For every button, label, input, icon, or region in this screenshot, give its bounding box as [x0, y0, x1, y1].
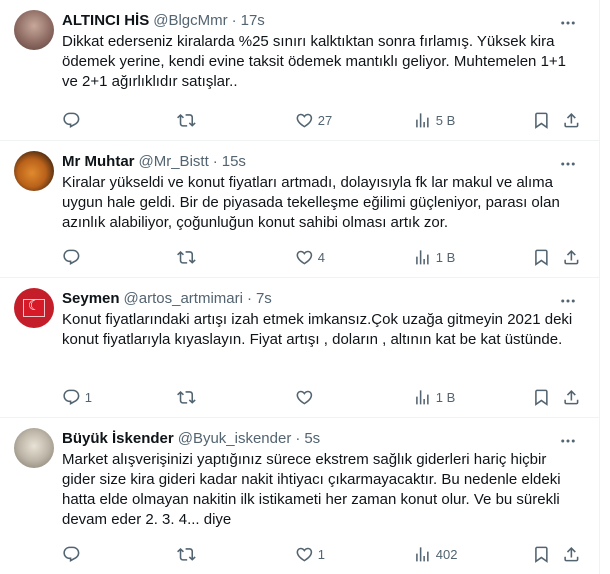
user-handle[interactable]: @Byuk_iskender — [178, 430, 292, 447]
bookmark-icon — [535, 112, 548, 129]
tweet-text: Konut fiyatlarındaki artışı izah etmek i… — [62, 311, 577, 348]
timestamp[interactable]: 5s — [304, 430, 320, 447]
tweet-text: Dikkat ederseniz kiralarda %25 sınırı ka… — [62, 33, 571, 90]
heart-icon — [296, 547, 313, 562]
analytics-icon — [416, 546, 429, 562]
reply-icon — [63, 546, 80, 562]
retweet-icon — [177, 390, 196, 404]
views-count: 402 — [435, 546, 458, 562]
timestamp[interactable]: 15s — [222, 153, 246, 170]
tweet-header: Seymen @artos_artmimari · 7s — [62, 288, 583, 308]
views-button[interactable]: 1 B — [413, 388, 455, 407]
share-icon — [564, 112, 579, 128]
reply-button[interactable]: 1 — [62, 388, 92, 407]
share-button[interactable] — [562, 545, 581, 564]
heart-icon — [296, 250, 313, 265]
tweet[interactable]: Mr Muhtar @Mr_Bistt · 15s Kiralar yüksel… — [0, 141, 599, 278]
separator-dot: · — [246, 289, 252, 307]
tweet-actions: 1 1 B — [62, 387, 579, 407]
display-name[interactable]: Büyük İskender — [62, 430, 174, 447]
more-options-icon[interactable] — [559, 292, 577, 310]
reply-count: 1 — [84, 389, 92, 405]
bookmark-icon — [535, 249, 548, 266]
analytics-icon — [416, 112, 429, 128]
tweet[interactable]: ALTINCI HİS @BlgcMmr · 17s Dikkat ederse… — [0, 0, 599, 141]
tweet-header: ALTINCI HİS @BlgcMmr · 17s — [62, 10, 583, 30]
retweet-button[interactable] — [177, 545, 200, 564]
like-count: 4 — [317, 249, 325, 265]
tweet-actions: 27 5 B — [62, 110, 579, 130]
separator-dot: · — [231, 11, 237, 29]
timestamp[interactable]: 7s — [256, 290, 272, 307]
retweet-button[interactable] — [177, 248, 200, 267]
share-button[interactable] — [562, 388, 581, 407]
more-options-icon[interactable] — [559, 14, 577, 32]
avatar[interactable] — [14, 151, 54, 191]
reply-icon — [63, 249, 80, 265]
bookmark-button[interactable] — [532, 248, 551, 267]
user-handle[interactable]: @BlgcMmr — [153, 12, 227, 29]
user-handle[interactable]: @Mr_Bistt — [139, 153, 209, 170]
views-button[interactable]: 5 B — [413, 111, 455, 130]
views-count: 1 B — [435, 389, 456, 405]
bookmark-button[interactable] — [532, 111, 551, 130]
bookmark-icon — [535, 389, 548, 406]
display-name[interactable]: Mr Muhtar — [62, 153, 135, 170]
retweet-icon — [177, 250, 196, 264]
reply-button[interactable] — [62, 545, 85, 564]
display-name[interactable]: Seymen — [62, 290, 120, 307]
analytics-icon — [416, 389, 429, 405]
timestamp[interactable]: 17s — [241, 12, 265, 29]
bookmark-button[interactable] — [532, 388, 551, 407]
avatar[interactable] — [14, 428, 54, 468]
like-button[interactable]: 4 — [295, 248, 325, 267]
like-button[interactable]: 1 — [295, 545, 325, 564]
tweet[interactable]: Seymen @artos_artmimari · 7s Konut fiyat… — [0, 278, 599, 418]
analytics-icon — [416, 249, 429, 265]
share-button[interactable] — [562, 248, 581, 267]
like-count: 1 — [317, 546, 325, 562]
reply-icon — [63, 389, 80, 405]
reply-icon — [63, 112, 80, 128]
tweet[interactable]: Büyük İskender @Byuk_iskender · 5s Marke… — [0, 418, 599, 574]
tweet-text: Kiralar yükseldi ve konut fiyatları artm… — [62, 174, 564, 231]
share-button[interactable] — [562, 111, 581, 130]
tweet-actions: 4 1 B — [62, 247, 579, 267]
like-button[interactable] — [295, 388, 318, 407]
share-icon — [564, 249, 579, 265]
views-button[interactable]: 1 B — [413, 248, 455, 267]
heart-icon — [296, 390, 313, 405]
retweet-icon — [177, 113, 196, 127]
tweet-header: Mr Muhtar @Mr_Bistt · 15s — [62, 151, 583, 171]
display-name[interactable]: ALTINCI HİS — [62, 12, 149, 29]
bookmark-icon — [535, 546, 548, 563]
share-icon — [564, 389, 579, 405]
tweet-actions: 1 402 — [62, 544, 579, 564]
separator-dot: · — [295, 429, 301, 447]
reply-button[interactable] — [62, 111, 85, 130]
tweet-feed: ALTINCI HİS @BlgcMmr · 17s Dikkat ederse… — [0, 0, 600, 574]
share-icon — [564, 546, 579, 562]
tweet-text: Market alışverişinizi yaptığınız sürece … — [62, 451, 565, 528]
bookmark-button[interactable] — [532, 545, 551, 564]
views-button[interactable]: 402 — [413, 545, 457, 564]
retweet-button[interactable] — [177, 111, 200, 130]
separator-dot: · — [212, 152, 218, 170]
like-count: 27 — [317, 112, 333, 128]
retweet-icon — [177, 547, 196, 561]
tweet-header: Büyük İskender @Byuk_iskender · 5s — [62, 428, 583, 448]
more-options-icon[interactable] — [559, 432, 577, 450]
like-button[interactable]: 27 — [295, 111, 332, 130]
turkish-flag-icon — [23, 298, 45, 317]
views-count: 1 B — [435, 249, 456, 265]
more-options-icon[interactable] — [559, 155, 577, 173]
reply-button[interactable] — [62, 248, 85, 267]
avatar[interactable] — [14, 288, 54, 328]
views-count: 5 B — [435, 112, 456, 128]
heart-icon — [296, 113, 313, 128]
retweet-button[interactable] — [177, 388, 200, 407]
user-handle[interactable]: @artos_artmimari — [124, 290, 243, 307]
avatar[interactable] — [14, 10, 54, 50]
